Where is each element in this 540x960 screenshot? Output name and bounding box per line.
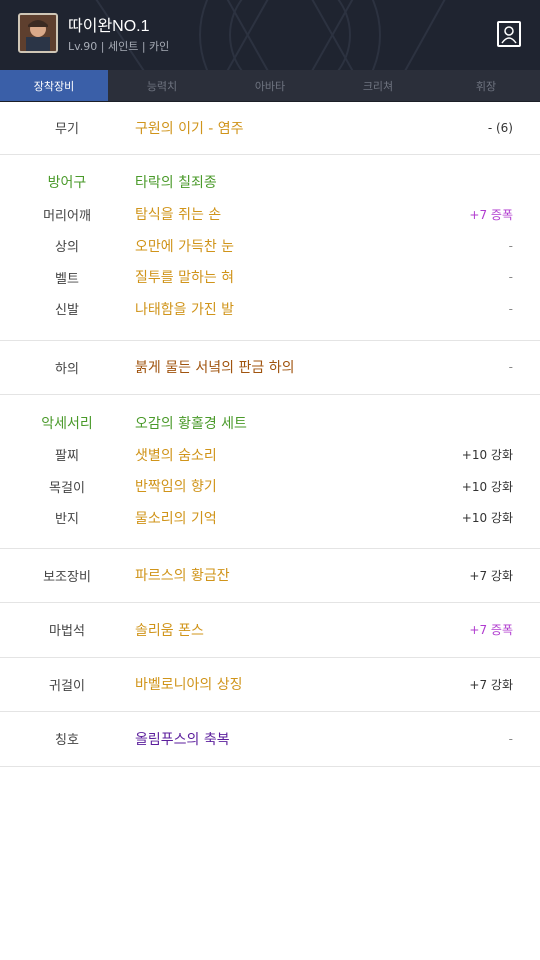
equip-row-ring[interactable]: 반지 물소리의 기억 +10 강화 [0,502,540,534]
equip-row-magic-stone[interactable]: 마법석 솔리움 폰스 +7 증폭 [0,614,540,646]
slot-label: 신발 [55,303,79,319]
equip-row-earring[interactable]: 귀걸이 바벨로니아의 상징 +7 강화 [0,669,540,701]
set-name: 오감의 황홀경 세트 [135,415,247,432]
equip-row-shoulder[interactable]: 머리어깨 탐식을 쥐는 손 +7 증폭 [0,199,540,231]
item-value: +7 증폭 [469,623,513,638]
item-name: 샛별의 숨소리 [135,447,217,464]
weapon-section: 무기 구원의 이기 - 염주 - (6) [0,102,540,155]
item-value: - [508,270,513,285]
item-value: +10 강화 [461,479,513,494]
item-value: - [508,360,513,375]
character-header: 따이완NO.1 Lv.90 | 세인트 | 카인 [0,0,540,70]
item-name: 반짝임의 향기 [135,479,217,496]
equip-row-bracelet[interactable]: 팔찌 샛별의 숨소리 +10 강화 [0,439,540,471]
equip-row-title[interactable]: 칭호 올림푸스의 축복 - [0,723,540,755]
armor-section: 방어구 타락의 칠죄종 머리어깨 탐식을 쥐는 손 +7 증폭 상의 오만에 가… [0,155,540,341]
slot-label: 목걸이 [49,480,85,496]
sub-equipment-section: 보조장비 파르스의 황금잔 +7 강화 [0,549,540,603]
item-name: 구원의 이기 - 염주 [135,120,244,137]
item-value: +10 강화 [461,448,513,463]
set-row-armor: 방어구 타락의 칠죄종 [0,166,540,199]
slot-label: 머리어깨 [43,208,91,224]
magic-stone-section: 마법석 솔리움 폰스 +7 증폭 [0,603,540,658]
item-name: 붉게 물든 서녘의 판금 하의 [135,360,295,377]
slot-label: 마법석 [49,624,85,640]
item-value: - [508,731,513,746]
slot-label: 벨트 [55,271,79,287]
item-value: +7 강화 [469,677,513,692]
item-name: 물소리의 기억 [135,510,217,527]
tab-emblem[interactable]: 휘장 [432,70,540,101]
character-info: Lv.90 | 세인트 | 카인 [68,40,170,53]
item-value: - (6) [487,120,513,135]
slot-label: 상의 [55,240,79,256]
item-value: +7 강화 [469,568,513,583]
tab-bar: 장착장비 능력치 아바타 크리쳐 휘장 [0,70,540,102]
equip-row-top[interactable]: 상의 오만에 가득찬 눈 - [0,230,540,262]
tab-creature[interactable]: 크리쳐 [324,70,432,101]
slot-label: 보조장비 [43,569,91,585]
item-name: 탐식을 쥐는 손 [135,207,222,224]
item-value: +10 강화 [461,511,513,526]
item-name: 바벨로니아의 상징 [135,677,243,694]
item-value: - [508,301,513,316]
character-name: 따이완NO.1 [68,18,150,35]
tab-avatar[interactable]: 아바타 [216,70,324,101]
item-value: +7 증폭 [469,207,513,222]
character-avatar[interactable] [18,13,58,53]
profile-icon[interactable] [497,21,521,47]
item-name: 질투를 말하는 혀 [135,270,235,287]
earring-section: 귀걸이 바벨로니아의 상징 +7 강화 [0,658,540,712]
equip-row-shoes[interactable]: 신발 나태함을 가진 발 - [0,293,540,325]
item-name: 파르스의 황금잔 [135,568,230,585]
equip-row-belt[interactable]: 벨트 질투를 말하는 혀 - [0,262,540,294]
equip-row-pants[interactable]: 하의 붉게 물든 서녘의 판금 하의 - [0,352,540,384]
slot-label: 귀걸이 [49,678,85,694]
tab-equipment[interactable]: 장착장비 [0,70,108,101]
set-slot-label: 방어구 [47,175,87,191]
equip-row-weapon[interactable]: 무기 구원의 이기 - 염주 - (6) [0,112,540,144]
slot-label: 반지 [55,512,79,528]
equip-row-sub[interactable]: 보조장비 파르스의 황금잔 +7 강화 [0,560,540,592]
item-name: 오만에 가득찬 눈 [135,238,235,255]
set-row-accessory: 악세서리 오감의 황홀경 세트 [0,406,540,439]
set-name: 타락의 칠죄종 [135,175,217,191]
item-name: 올림푸스의 축복 [135,731,230,748]
slot-label: 하의 [55,361,79,377]
equip-row-necklace[interactable]: 목걸이 반짝임의 향기 +10 강화 [0,471,540,503]
item-name: 솔리움 폰스 [135,622,204,639]
title-section: 칭호 올림푸스의 축복 - [0,712,540,767]
accessory-section: 악세서리 오감의 황홀경 세트 팔찌 샛별의 숨소리 +10 강화 목걸이 반짝… [0,395,540,549]
set-slot-label: 악세서리 [41,415,93,432]
slot-label: 무기 [55,122,79,138]
item-name: 나태함을 가진 발 [135,301,235,318]
slot-label: 팔찌 [55,449,79,465]
item-value: - [508,238,513,253]
pants-section: 하의 붉게 물든 서녘의 판금 하의 - [0,341,540,395]
tab-stats[interactable]: 능력치 [108,70,216,101]
slot-label: 칭호 [55,733,79,749]
